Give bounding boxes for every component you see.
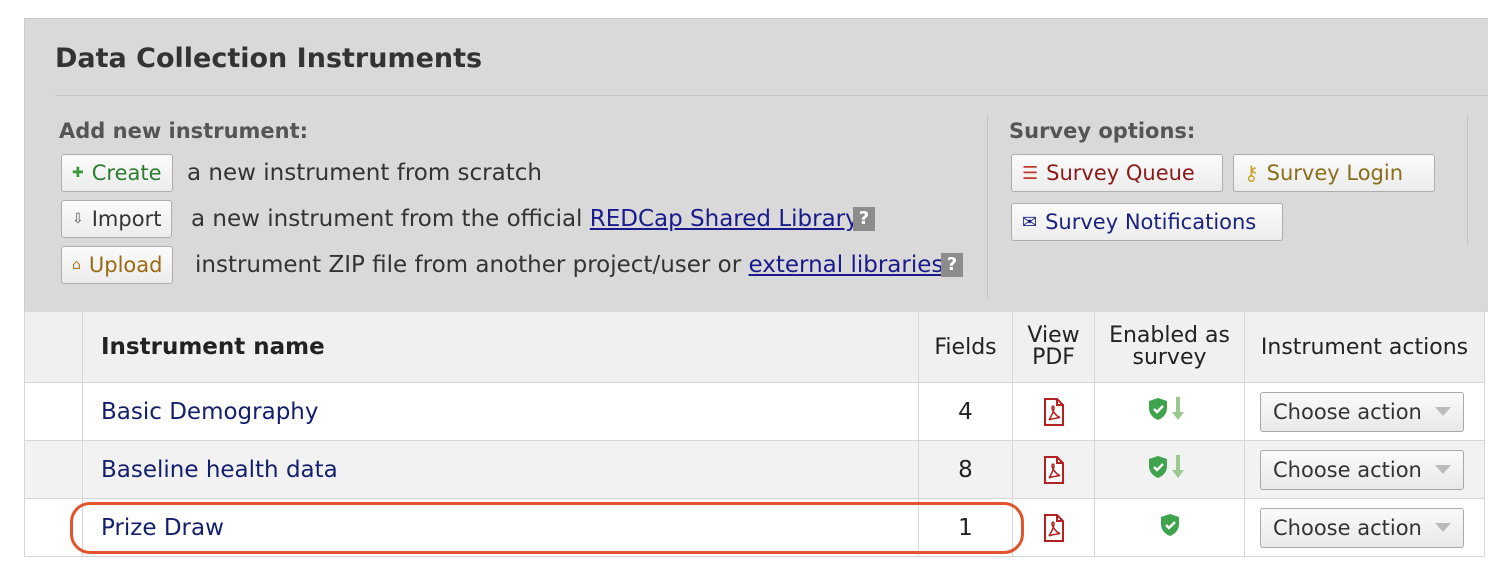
page-title: Data Collection Instruments [55,43,483,74]
pdf-icon[interactable] [1043,455,1065,484]
enabled-header-line2: survey [1132,345,1207,370]
enabled-survey-header: Enabled as survey [1094,311,1245,383]
survey-enabled-icon [1160,513,1179,536]
chevron-down-icon [1435,523,1451,532]
import-button[interactable]: ⇩ Import [61,200,173,238]
action-cell: Choose action [1244,382,1485,441]
action-cell: Choose action [1244,440,1485,499]
table-row: Basic Demography 4 Choose action [24,382,1485,441]
action-cell: Choose action [1244,498,1485,557]
instruments-panel: Data Collection Instruments Add new inst… [24,18,1488,568]
field-count: 4 [918,382,1013,441]
survey-queue-button[interactable]: ☰ Survey Queue [1011,154,1223,192]
survey-login-button[interactable]: ⚷ Survey Login [1233,154,1435,192]
survey-queue-label: Survey Queue [1046,161,1195,185]
drag-handle[interactable] [24,440,83,499]
choose-action-dropdown[interactable]: Choose action [1260,449,1464,490]
drag-handle[interactable] [24,382,83,441]
create-button[interactable]: ✚ Create [61,154,173,192]
survey-enabled-icon [1148,396,1184,420]
pdf-icon[interactable] [1043,513,1065,542]
external-libraries-link[interactable]: external libraries [749,252,944,278]
upload-description: instrument ZIP file from another project… [195,252,943,278]
choose-action-dropdown[interactable]: Choose action [1260,507,1464,548]
divider [987,115,988,299]
pdf-cell [1012,440,1095,499]
survey-notifications-label: Survey Notifications [1045,210,1257,234]
choose-action-label: Choose action [1273,399,1422,424]
divider [55,95,1488,96]
upload-button[interactable]: ⌂ Upload [61,246,174,284]
choose-action-label: Choose action [1273,457,1422,482]
arrow-down-icon: ⇩ [72,211,84,227]
choose-action-dropdown[interactable]: Choose action [1260,391,1464,432]
upload-desc-text: instrument ZIP file from another project… [195,252,749,278]
list-icon: ☰ [1022,162,1039,184]
fields-header: Fields [918,311,1013,383]
instrument-link[interactable]: Prize Draw [82,498,919,557]
survey-options-label: Survey options: [1009,119,1196,143]
notification-icon: ✉ [1022,211,1038,233]
instrument-actions-header: Instrument actions [1244,311,1485,383]
add-new-label: Add new instrument: [59,119,309,143]
drag-handle[interactable] [24,498,83,557]
import-desc-text: a new instrument from the official [191,206,590,232]
help-icon[interactable]: ? [941,253,963,277]
survey-notifications-button[interactable]: ✉ Survey Notifications [1011,203,1283,241]
view-pdf-header-line2: PDF [1032,345,1075,370]
plus-icon: ✚ [72,165,84,181]
survey-status-cell [1094,382,1245,441]
pdf-cell [1012,498,1095,557]
survey-login-label: Survey Login [1266,161,1404,185]
divider [1467,115,1468,245]
field-count: 8 [918,440,1013,499]
pdf-cell [1012,382,1095,441]
table-header: Instrument name Fields View PDF Enabled … [24,311,1485,383]
instrument-link[interactable]: Baseline health data [82,440,919,499]
field-count: 1 [918,498,1013,557]
pdf-icon[interactable] [1043,397,1065,426]
enabled-header-line1: Enabled as [1109,323,1230,348]
view-pdf-header-line1: View [1027,323,1080,348]
table-row: Prize Draw 1 Choose action [24,498,1485,557]
create-description: a new instrument from scratch [187,160,542,186]
survey-status-cell [1094,498,1245,557]
choose-action-label: Choose action [1273,515,1422,540]
view-pdf-header: View PDF [1012,311,1095,383]
instruments-table: Instrument name Fields View PDF Enabled … [24,311,1485,557]
instruments-toolbar: Data Collection Instruments Add new inst… [24,18,1488,312]
help-icon[interactable]: ? [853,207,875,231]
key-icon: ⚷ [1244,161,1259,185]
table-row: Baseline health data 8 Choose action [24,440,1485,499]
create-label: Create [91,161,162,185]
survey-enabled-icon [1148,454,1184,478]
upload-label: Upload [88,253,163,277]
drag-column-header [24,311,83,383]
chevron-down-icon [1435,407,1451,416]
instrument-name-header: Instrument name [82,311,919,383]
shared-library-link[interactable]: REDCap Shared Library [590,206,859,232]
chevron-down-icon [1435,465,1451,474]
home-icon: ⌂ [72,257,81,273]
survey-status-cell [1094,440,1245,499]
import-description: a new instrument from the official REDCa… [191,206,859,232]
instrument-link[interactable]: Basic Demography [82,382,919,441]
import-label: Import [91,207,162,231]
